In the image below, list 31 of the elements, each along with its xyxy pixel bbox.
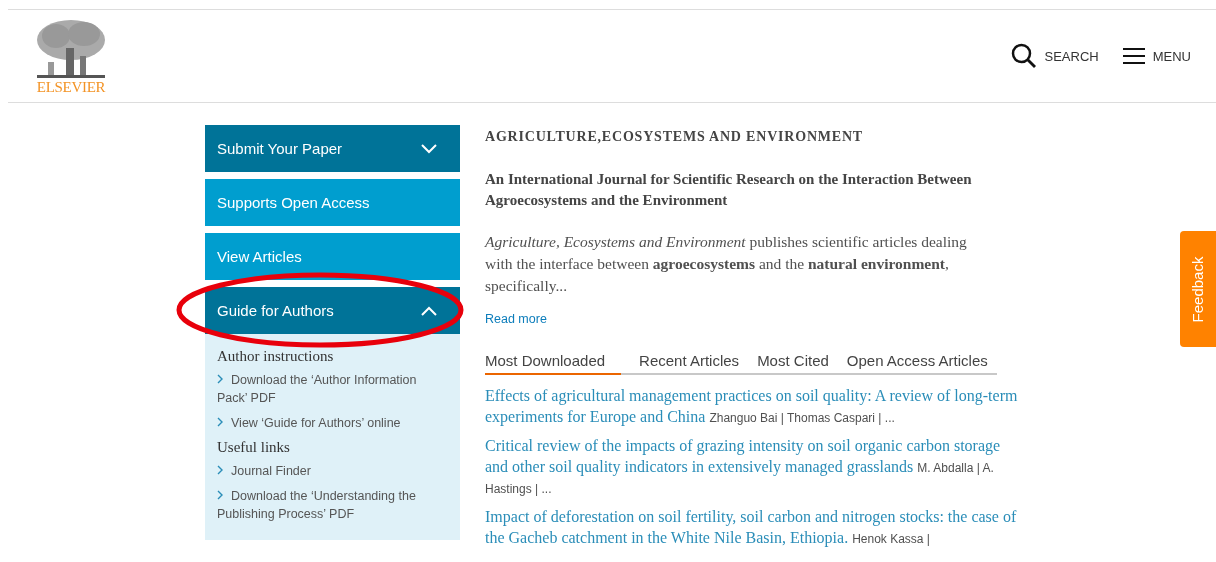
chevron-icon: [421, 143, 437, 154]
panel-link[interactable]: Download the ‘Understanding the Publishing Process’ PDF: [217, 487, 448, 523]
chevron-icon: [217, 374, 223, 384]
tab[interactable]: Recent Articles: [639, 352, 740, 375]
accordion-header[interactable]: Guide for Authors: [205, 287, 460, 334]
chevron-icon: [421, 305, 437, 316]
tab[interactable]: Most Cited: [757, 352, 829, 375]
article-entry[interactable]: Effects of agricultural management practices on soil quality: A review of long-term experiments for Europe and China Zhanguo Bai | Thomas Caspari | ...: [485, 385, 1025, 427]
article-entry[interactable]: Critical review of the impacts of grazing intensity on soil organic carbon storage and other soil quality indicators in extensively managed grasslands M. Abdalla | A. Hastings | ...: [485, 435, 1025, 498]
tab[interactable]: Open Access Articles: [846, 352, 988, 375]
menu-icon: [1122, 47, 1145, 65]
chevron-icon: [217, 417, 223, 427]
chevron-icon: [217, 490, 223, 500]
search-button[interactable]: SEARCH: [1010, 43, 1099, 69]
article-entry[interactable]: Impact of deforestation on soil fertility, soil carbon and nitrogen stocks: the case of the Gacheb catchment in the White Nile Basin, Ethiopia. Henok Kassa |: [485, 506, 1025, 548]
read-more-link[interactable]: Read more: [485, 312, 547, 326]
chevron-icon: [217, 465, 223, 475]
panel-link[interactable]: Journal Finder: [217, 462, 448, 480]
journal-description: Agriculture, Ecosystems and Environment publishes scientific articles dealing with the interface between agroecosystems and the natural environment, specifically...: [485, 232, 968, 296]
section-heading: Useful links: [217, 439, 291, 456]
accordion-header[interactable]: Submit Your Paper: [205, 125, 460, 172]
tab[interactable]: Most Downloaded: [485, 352, 622, 375]
tree-icon: [36, 18, 106, 80]
journal-subtitle: An International Journal for Scientific Research on the Interaction Between Agroecosystems and the Environment: [485, 170, 973, 210]
panel-link[interactable]: View ‘Guide for Authors’ online: [217, 414, 448, 432]
journal-title: AGRICULTURE,ECOSYSTEMS AND ENVIRONMENT: [485, 129, 864, 145]
menu-button[interactable]: MENU: [1122, 43, 1191, 69]
logo-wordmark: ELSEVIER: [36, 80, 106, 94]
search-icon: [1010, 43, 1037, 69]
panel-link[interactable]: Download the ‘Author Information Pack’ PDF: [217, 371, 448, 407]
section-heading: Author instructions: [217, 348, 335, 365]
